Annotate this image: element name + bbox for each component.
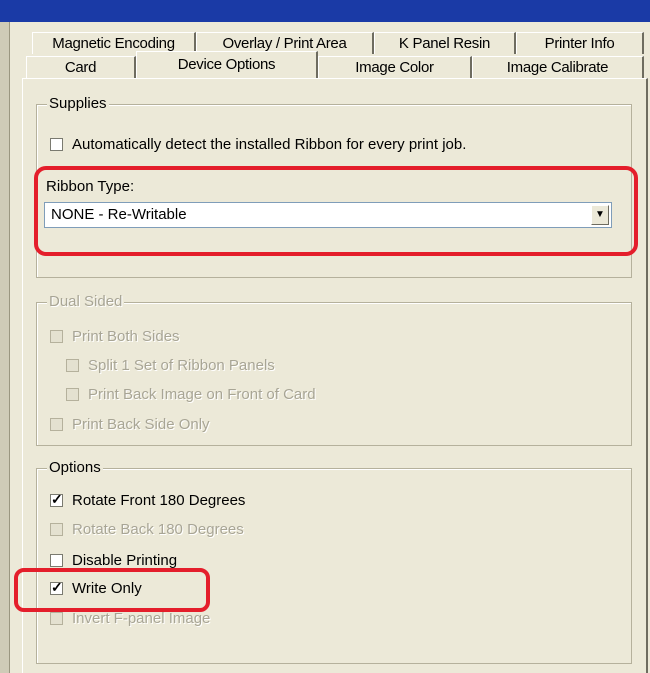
ribbon-type-highlight	[34, 166, 638, 256]
print-back-on-front-label: Print Back Image on Front of Card	[88, 385, 316, 403]
print-back-on-front-checkbox	[66, 387, 79, 401]
split-ribbon-panels-checkbox	[66, 358, 79, 372]
window-left-edge	[0, 22, 10, 673]
print-back-on-front-row: Print Back Image on Front of Card	[66, 384, 316, 404]
write-only-highlight	[14, 568, 210, 612]
print-both-sides-row: Print Both Sides	[50, 326, 180, 346]
print-back-side-only-label: Print Back Side Only	[72, 415, 210, 433]
disable-printing-label: Disable Printing	[72, 551, 178, 569]
print-both-sides-label: Print Both Sides	[72, 327, 180, 345]
title-bar	[0, 0, 650, 22]
split-ribbon-panels-label: Split 1 Set of Ribbon Panels	[88, 356, 275, 374]
disable-printing-row[interactable]: Disable Printing	[50, 550, 177, 570]
auto-detect-ribbon-row[interactable]: Automatically detect the installed Ribbo…	[50, 134, 466, 154]
rotate-front-row[interactable]: ✓ Rotate Front 180 Degrees	[50, 490, 245, 510]
print-back-side-only-row: Print Back Side Only	[50, 414, 210, 434]
print-both-sides-checkbox	[50, 329, 63, 343]
rotate-front-label: Rotate Front 180 Degrees	[72, 491, 246, 509]
rotate-front-checkbox[interactable]: ✓	[50, 491, 63, 507]
tab-k-panel-resin[interactable]: K Panel Resin	[374, 32, 516, 54]
disable-printing-checkbox[interactable]	[50, 553, 63, 567]
split-ribbon-panels-row: Split 1 Set of Ribbon Panels	[66, 355, 275, 375]
tab-image-color[interactable]: Image Color	[318, 56, 472, 78]
print-back-side-only-checkbox	[50, 417, 63, 431]
rotate-back-row: Rotate Back 180 Degrees	[50, 519, 244, 539]
tab-printer-info[interactable]: Printer Info	[516, 32, 644, 54]
auto-detect-ribbon-label: Automatically detect the installed Ribbo…	[72, 135, 467, 153]
rotate-back-checkbox	[50, 522, 63, 536]
invert-f-panel-label: Invert F-panel Image	[72, 609, 211, 627]
rotate-back-label: Rotate Back 180 Degrees	[72, 520, 244, 538]
tab-device-options[interactable]: Device Options	[136, 51, 318, 78]
supplies-group-title: Supplies	[47, 95, 109, 113]
tab-card[interactable]: Card	[26, 56, 136, 78]
dual-sided-group-title: Dual Sided	[47, 293, 125, 311]
invert-f-panel-checkbox	[50, 611, 63, 625]
tab-image-calibrate[interactable]: Image Calibrate	[472, 56, 644, 78]
options-group-title: Options	[47, 459, 103, 477]
auto-detect-ribbon-checkbox[interactable]	[50, 137, 63, 151]
